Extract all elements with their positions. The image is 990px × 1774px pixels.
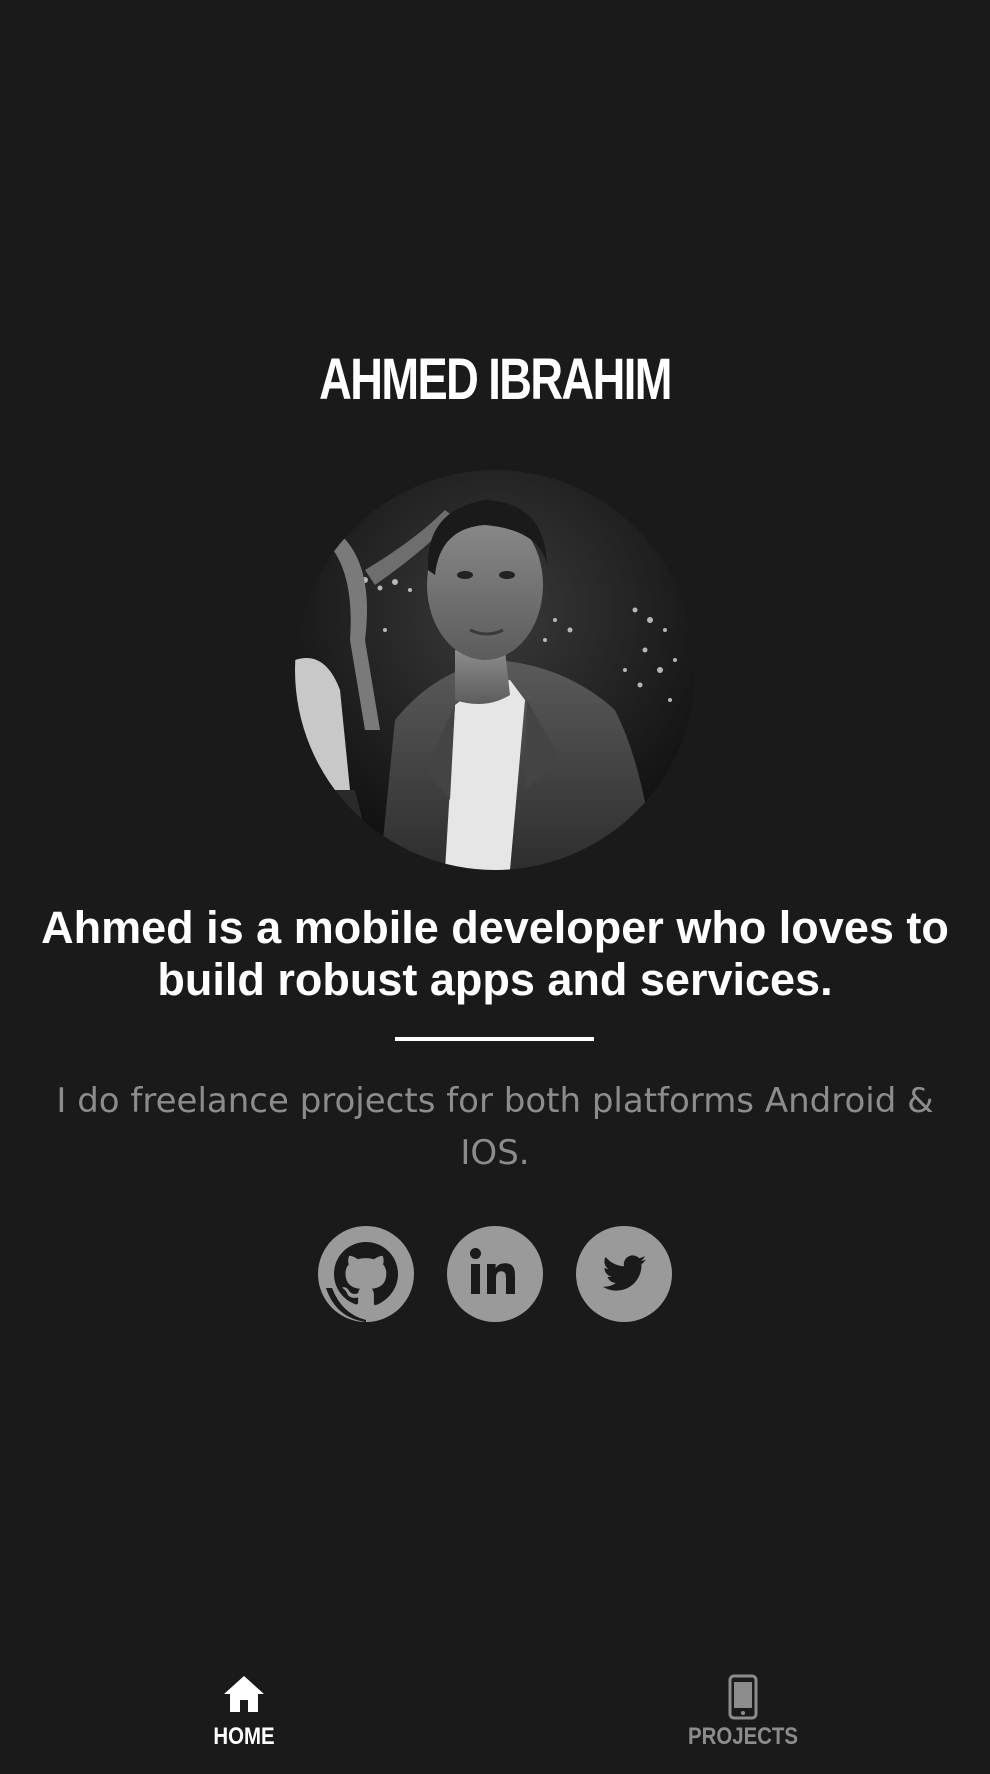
tab-home-label: HOME [213,1723,275,1750]
headline: Ahmed is a mobile developer who loves to… [41,902,949,1005]
twitter-button[interactable] [576,1226,672,1322]
avatar [295,470,695,870]
linkedin-button[interactable] [447,1226,543,1322]
linkedin-icon [470,1248,515,1294]
phone-icon [643,1674,843,1722]
tab-home[interactable]: HOME [144,1656,344,1774]
github-icon [318,1226,414,1322]
tab-projects-label: PROJECTS [688,1723,798,1750]
page-title: AHMED IBRAHIM [319,347,672,412]
bottom-nav: HOME PROJECTS [0,1656,990,1774]
github-button[interactable] [318,1226,414,1322]
subtext: I do freelance projects for both platfor… [56,1081,934,1173]
divider [395,1037,594,1041]
twitter-icon [602,1255,646,1291]
social-links [318,1226,672,1322]
tab-projects[interactable]: PROJECTS [643,1656,843,1774]
home-icon [144,1674,344,1722]
avatar-photo [295,470,695,870]
